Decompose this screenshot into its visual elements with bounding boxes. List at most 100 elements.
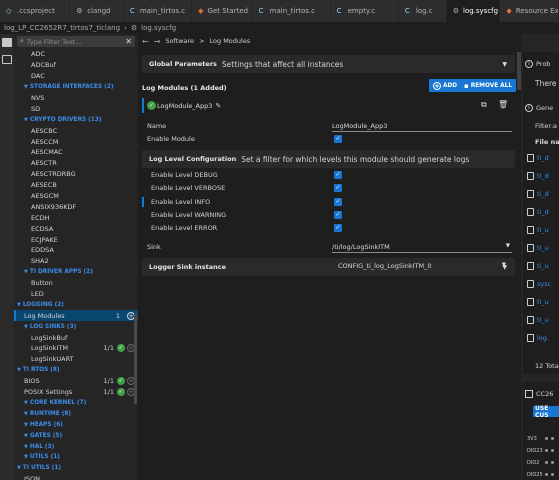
generated-file-link[interactable]: ti_d bbox=[537, 172, 549, 180]
logger-sink-select[interactable]: CONFIG_ti_log_LogSinkITM_0 ▼ bbox=[338, 262, 516, 271]
hardware-view-icon[interactable] bbox=[2, 55, 12, 64]
tree-item[interactable]: AESCMAC bbox=[14, 147, 138, 158]
tree-item[interactable]: AESGCM bbox=[14, 191, 138, 202]
tree-category[interactable]: ▼ CORE KERNEL (7) bbox=[14, 398, 138, 409]
tree-item[interactable]: ECDH bbox=[14, 212, 138, 223]
log-level-checkbox[interactable]: ✓ bbox=[334, 171, 342, 179]
tree-category[interactable]: ▼ TI UTILS (1) bbox=[14, 463, 138, 474]
tree-item[interactable]: ECJPAKE bbox=[14, 234, 138, 245]
back-arrow-icon[interactable]: ← bbox=[142, 37, 149, 46]
tree-category[interactable]: ▼ TI RTOS (8) bbox=[14, 365, 138, 376]
tree-category[interactable]: ▼ STORAGE INTERFACES (2) bbox=[14, 82, 138, 93]
tree-item[interactable]: EDDSA bbox=[14, 245, 138, 256]
enable-module-checkbox[interactable]: ✓ bbox=[334, 135, 342, 143]
pin-dot[interactable] bbox=[551, 461, 554, 464]
tab-get-started[interactable]: ◆ Get Started bbox=[192, 0, 253, 22]
add-button[interactable]: + ADD bbox=[429, 79, 462, 92]
pin-dot[interactable] bbox=[551, 473, 554, 476]
sidebar-scrollbar[interactable] bbox=[134, 314, 137, 404]
log-level-checkbox[interactable]: ✓ bbox=[334, 224, 342, 233]
tree-item[interactable]: Button bbox=[14, 278, 138, 289]
tree-item[interactable]: AESCTR bbox=[14, 158, 138, 169]
tree-category[interactable]: ▼ GATES (5) bbox=[14, 430, 138, 441]
tree-item[interactable]: AESECB bbox=[14, 180, 138, 191]
tab-resource-exp[interactable]: ◆ Resource Exp bbox=[500, 0, 559, 22]
sink-select[interactable]: /ti/log/LogSinkITM ▼ bbox=[332, 243, 512, 253]
tree-category[interactable]: ▼ TI DRIVER APPS (2) bbox=[14, 267, 138, 278]
tree-item[interactable]: ADC bbox=[14, 49, 138, 60]
tree-category[interactable]: ▼ RUNTIME (8) bbox=[14, 408, 138, 419]
log-level-checkbox[interactable]: ✓ bbox=[334, 184, 342, 193]
tree-item[interactable]: AESCBC bbox=[14, 125, 138, 136]
tree-item[interactable]: ECDSA bbox=[14, 223, 138, 234]
tree-item[interactable]: AESCTRDRBG bbox=[14, 169, 138, 180]
delete-icon[interactable]: 🗑 bbox=[498, 100, 508, 109]
module-view-icon[interactable] bbox=[2, 38, 12, 47]
tab--ccsproject[interactable]: ◇ .ccsproject bbox=[0, 0, 71, 22]
tree-item[interactable]: SHA2 bbox=[14, 256, 138, 267]
tree-item[interactable]: ADCBuf bbox=[14, 60, 138, 71]
filter-input[interactable] bbox=[26, 37, 126, 46]
module-instance-row[interactable]: ✓ LogModule_App3 ✎ ⧉ 🗑 bbox=[142, 98, 515, 113]
remove-all-button[interactable]: ▪ REMOVE ALL bbox=[460, 79, 517, 92]
clear-filter-icon[interactable]: ✕ bbox=[125, 37, 132, 46]
tree-item[interactable]: LED bbox=[14, 289, 138, 300]
nav-category[interactable]: Software bbox=[165, 37, 194, 45]
breadcrumb-file[interactable]: log.syscfg bbox=[141, 24, 176, 32]
tree-category[interactable]: ▼ HAL (3) bbox=[14, 441, 138, 452]
pin-dot[interactable] bbox=[545, 437, 548, 440]
tab-empty-c[interactable]: Cempty.c bbox=[330, 0, 399, 22]
tab-log-syscfg[interactable]: ⚙log.syscfg× bbox=[446, 0, 501, 22]
tree-item[interactable]: POSIX Settings 1/1 ✓ + bbox=[14, 387, 138, 398]
instance-name: LogModule_App3 bbox=[157, 101, 213, 110]
pin-dot[interactable] bbox=[545, 461, 548, 464]
copy-icon[interactable]: ⧉ bbox=[481, 100, 487, 110]
log-level-checkbox[interactable]: ✓ bbox=[334, 197, 342, 206]
generated-file-link[interactable]: ti_u bbox=[537, 262, 549, 270]
filter-value[interactable]: a bbox=[553, 122, 557, 130]
tree-item[interactable]: Log Modules 1 + bbox=[14, 310, 138, 322]
generated-file-link[interactable]: sysc bbox=[537, 280, 551, 288]
tree-category[interactable]: ▼ LOG SINKS (3) bbox=[14, 321, 138, 332]
tree-item[interactable]: SD bbox=[14, 103, 138, 114]
generated-file-link[interactable]: ti_u bbox=[537, 244, 549, 252]
name-field[interactable]: LogModule_App3 bbox=[332, 122, 512, 132]
generated-file-link[interactable]: ti_d bbox=[537, 190, 549, 198]
tab-clangd[interactable]: ⚙ clangd bbox=[70, 0, 124, 22]
pin-dot[interactable] bbox=[545, 449, 548, 452]
breadcrumb-project[interactable]: log_LP_CC2652R7_tirtos7_ticlang bbox=[4, 24, 120, 32]
global-parameters-section[interactable]: Global Parameters Settings that affect a… bbox=[142, 55, 515, 73]
forward-arrow-icon[interactable]: → bbox=[154, 37, 161, 46]
tab-main-tirtos-c[interactable]: Cmain_tirtos.c bbox=[252, 0, 331, 22]
tree-item[interactable]: BIOS 1/1 ✓ + bbox=[14, 376, 138, 387]
tree-item[interactable]: LogSinkUART bbox=[14, 354, 138, 365]
generated-file-link[interactable]: ti_d bbox=[537, 208, 549, 216]
generated-file-link[interactable]: log. bbox=[537, 334, 549, 342]
generated-file-link[interactable]: ti_u bbox=[537, 298, 549, 306]
tree-item[interactable]: LogSinkBuf bbox=[14, 332, 138, 343]
generated-file-link[interactable]: ti_d bbox=[537, 154, 549, 162]
tree-item[interactable]: AESCCM bbox=[14, 136, 138, 147]
pin-dot[interactable] bbox=[545, 473, 548, 476]
generated-file-link[interactable]: ti_u bbox=[537, 316, 549, 324]
tab-log-c[interactable]: Clog.c bbox=[398, 0, 447, 22]
log-level-checkbox[interactable]: ✓ bbox=[334, 210, 342, 219]
tab-main-tirtos-c[interactable]: Cmain_tirtos.c bbox=[123, 0, 193, 22]
file-icon bbox=[527, 226, 534, 234]
tree-item[interactable]: DAC bbox=[14, 71, 138, 82]
tree-category[interactable]: ▼ UTILS (1) bbox=[14, 452, 138, 463]
tree-category[interactable]: ▼ HEAPS (6) bbox=[14, 419, 138, 430]
tree-category[interactable]: ▼ LOGGING (2) bbox=[14, 299, 138, 310]
generated-file-link[interactable]: ti_u bbox=[537, 226, 549, 234]
tree-item[interactable]: JSON bbox=[14, 474, 138, 480]
pin-dot[interactable] bbox=[551, 449, 554, 452]
logger-sink-section[interactable]: Logger Sink instance CONFIG_ti_log_LogSi… bbox=[142, 258, 515, 276]
tree-item[interactable]: ANSIX936KDF bbox=[14, 201, 138, 212]
pencil-icon[interactable]: ✎ bbox=[215, 102, 221, 110]
use-custom-button[interactable]: USE CUS bbox=[533, 405, 559, 419]
pin-dot[interactable] bbox=[551, 437, 554, 440]
log-level-section[interactable]: Log Level Configuration Set a filter for… bbox=[142, 150, 515, 168]
tree-item[interactable]: LogSinkITM 1/1 ✓ + bbox=[14, 343, 138, 354]
tree-category[interactable]: ▼ CRYPTO DRIVERS (13) bbox=[14, 114, 138, 125]
tree-item[interactable]: NVS bbox=[14, 93, 138, 104]
